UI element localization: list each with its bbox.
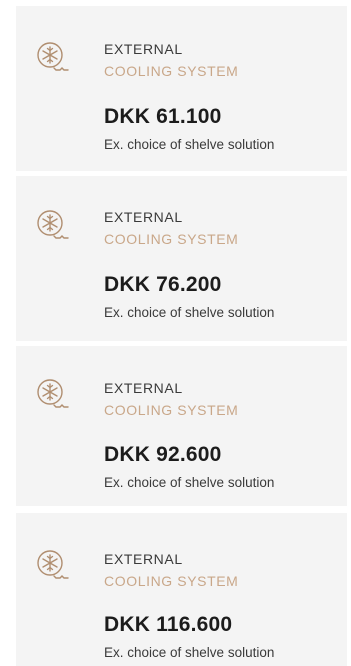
option-label-cooling-system: COOLING SYSTEM bbox=[104, 573, 239, 589]
option-note: Ex. choice of shelve solution bbox=[104, 137, 275, 152]
option-price: DKK 76.200 bbox=[104, 273, 222, 296]
option-note: Ex. choice of shelve solution bbox=[104, 475, 275, 490]
option-note: Ex. choice of shelve solution bbox=[104, 645, 275, 660]
option-label-external: EXTERNAL bbox=[104, 551, 183, 567]
option-label-external: EXTERNAL bbox=[104, 209, 183, 225]
option-label-cooling-system: COOLING SYSTEM bbox=[104, 402, 239, 418]
option-price: DKK 61.100 bbox=[104, 105, 222, 128]
cooling-option-card[interactable] bbox=[16, 513, 347, 666]
option-label-cooling-system: COOLING SYSTEM bbox=[104, 63, 239, 79]
option-note: Ex. choice of shelve solution bbox=[104, 305, 275, 320]
cooling-snowflake-icon bbox=[32, 206, 72, 246]
cooling-snowflake-icon bbox=[32, 38, 72, 78]
option-label-external: EXTERNAL bbox=[104, 41, 183, 57]
option-price: DKK 92.600 bbox=[104, 443, 222, 466]
option-label-external: EXTERNAL bbox=[104, 380, 183, 396]
cooling-snowflake-icon bbox=[32, 546, 72, 586]
option-price: DKK 116.600 bbox=[104, 613, 233, 636]
option-label-cooling-system: COOLING SYSTEM bbox=[104, 231, 239, 247]
cooling-snowflake-icon bbox=[32, 375, 72, 415]
